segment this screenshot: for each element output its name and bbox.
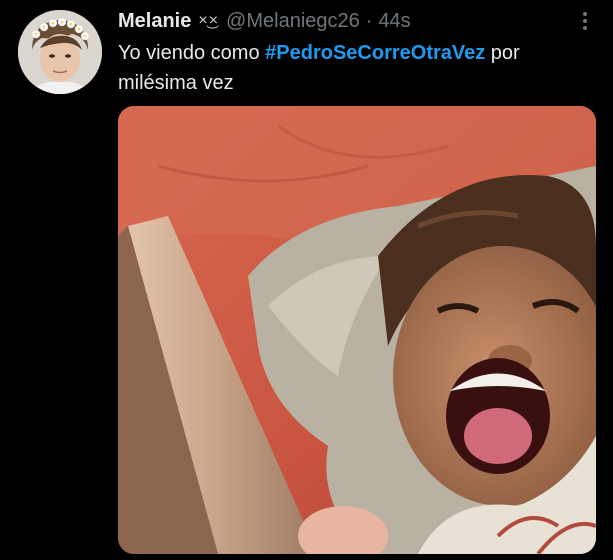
more-options-button[interactable] [572, 8, 598, 34]
tweet-text: Yo viendo como #PedroSeCorreOtraVez por … [118, 38, 588, 98]
tweet-header: Melanie ×͜× @Melaniegc26 · 44s [118, 8, 411, 34]
avatar-image [18, 10, 102, 94]
tweet-text-before: Yo viendo como [118, 42, 266, 64]
name-emoji: ×͜× [198, 12, 220, 29]
timestamp[interactable]: 44s [378, 10, 410, 33]
vertical-ellipsis-icon [583, 12, 587, 30]
separator-dot: · [365, 9, 373, 32]
tweet-media-photo[interactable] [118, 106, 596, 554]
tweet[interactable]: Melanie ×͜× @Melaniegc26 · 44s Yo viendo… [0, 0, 613, 560]
display-name[interactable]: Melanie [118, 10, 191, 33]
user-handle[interactable]: @Melaniegc26 [226, 10, 360, 33]
avatar[interactable] [18, 10, 102, 94]
hashtag-link[interactable]: #PedroSeCorreOtraVez [265, 42, 485, 64]
media-image [118, 106, 596, 554]
